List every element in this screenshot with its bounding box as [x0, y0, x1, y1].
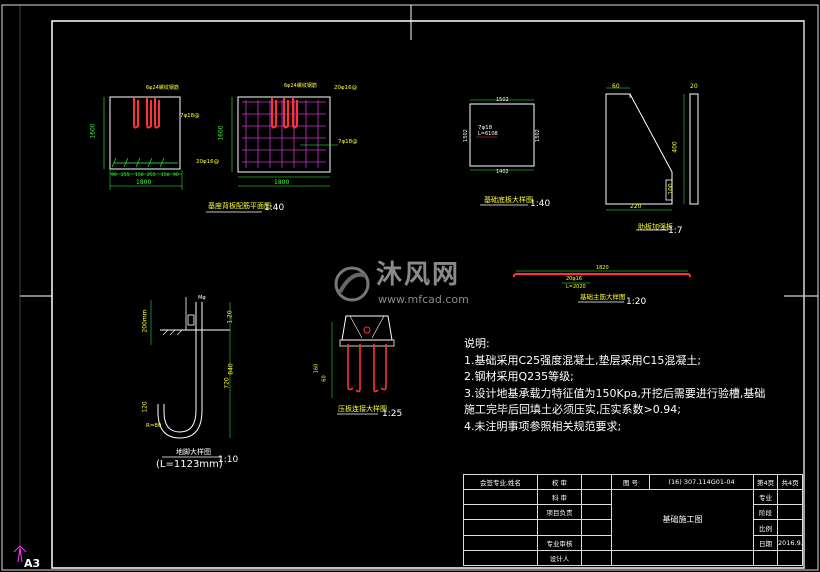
title-block: 会签专业,姓名 校 审 图 号 (16) 307.114G01-04 第4页 共…: [462, 473, 804, 567]
plan2-view: [231, 96, 338, 187]
anchor-title: 地脚大样图: [176, 448, 211, 456]
plate-title: 压板连接大样图: [338, 405, 387, 413]
plan1-dim-part-1: 90: [111, 173, 117, 178]
plan1-scale: 1:40: [264, 203, 285, 213]
base-dim-right: 1502: [534, 129, 541, 142]
plan2-rebar-top2: 20φ16@: [334, 85, 358, 91]
design-notes: 说明: 1.基础采用C25强度混凝土,垫层采用C15混凝土; 2.钢材采用Q23…: [464, 336, 765, 435]
plan2-rebar-top: 6φ24螺纹钢筋: [284, 83, 317, 89]
plate-scale: 1:25: [382, 409, 403, 419]
base-dim-left: 1502: [462, 129, 469, 142]
tb-date-label: 日期: [753, 534, 779, 551]
tb-designer: 设计人: [537, 549, 583, 567]
plan1-title: 基座背板配筋平面图: [208, 202, 271, 210]
bracket-dim-height: 400: [671, 141, 679, 153]
rebar-length: L=2020: [566, 284, 586, 290]
note-item: 4.未注明事项参照相关规范要求;: [464, 419, 622, 433]
anchor-bolt-view: [150, 297, 231, 458]
base-dim-bottom: 1402: [496, 169, 509, 175]
tb-meeting: 会签专业,姓名: [462, 473, 539, 491]
plan1-dim-bottom: 1800: [136, 179, 152, 186]
plan1-rebar-right: 7φ18@: [180, 113, 200, 119]
plan1-dim-side: 1600: [89, 123, 97, 139]
note-item: 1.基础采用C25强度混凝土,垫层采用C15混凝土;: [464, 353, 702, 367]
bracket-dim-top: 60: [612, 83, 620, 90]
tb-review: 校 审: [537, 473, 583, 491]
tb-major-review: 专业审核: [537, 534, 583, 551]
base-rebar-length: L=6108: [478, 131, 498, 137]
rebar-label: 20φ16: [566, 276, 583, 282]
plan1-rebar-bottom: 20φ16@: [196, 159, 220, 165]
tb-drawing-no-label: 图 号: [611, 473, 651, 491]
base-detail-view: [469, 99, 535, 206]
anchor-label-radius: R=80: [146, 423, 162, 429]
anchor-dim-mid: 720: [223, 377, 231, 389]
plan2-rebar-right: 7φ18@: [338, 139, 358, 145]
watermark-logo: 沐风网 www.mfcad.com: [330, 262, 490, 308]
anchor-dim-total: 840: [227, 363, 235, 375]
note-item: 2.钢材采用Q235等级;: [464, 370, 574, 383]
tb-ratio: 比例: [753, 519, 779, 536]
plan2-dim-bottom: 1800: [274, 179, 290, 186]
anchor-length: (L=1123mm): [156, 459, 223, 470]
bracket-dim-lower: 100: [667, 183, 675, 195]
plan1-dim-part-6: 90: [173, 173, 179, 178]
plan1-dim-part-4: 255: [147, 173, 156, 178]
bracket-view: [605, 87, 699, 231]
tb-sheet-no: 第4页: [753, 473, 779, 491]
tb-drawing-no: (16) 307.114G01-04: [649, 473, 755, 491]
bracket-dim-bottom: 220: [630, 203, 642, 210]
pressure-plate-view: [331, 315, 395, 415]
tb-audit: 科 审: [537, 489, 583, 506]
tb-major: 专业: [753, 489, 779, 506]
note-item: 施工完毕后回填土必须压实,压实系数>0.94;: [464, 403, 681, 416]
logo-url: www.mfcad.com: [378, 293, 469, 306]
base-scale: 1:40: [530, 199, 551, 209]
plate-dim-b: 60: [321, 375, 328, 382]
base-title: 基础底板大样图: [484, 196, 533, 204]
sheet-size-label: A3: [24, 557, 41, 570]
anchor-dim-hook: 120: [141, 401, 149, 413]
anchor-label-top: Mφ: [198, 295, 206, 301]
anchor-label-side: 200mm: [141, 309, 149, 333]
tb-date: 2016.9.8: [777, 534, 804, 551]
plan1-dim-part-2: 255: [121, 173, 130, 178]
rebar-scale: 1:20: [626, 297, 647, 307]
anchor-dim-top: 1.20: [226, 310, 234, 324]
plate-dim-a: 160: [313, 363, 320, 374]
plan1-dim-part-5: 150: [161, 173, 170, 178]
tb-total: 共4页: [777, 473, 804, 491]
note-item: 3.设计地基承载力特征值为150Kpa,开挖后需要进行验槽,基础: [464, 386, 766, 400]
bracket-scale: 1:7: [668, 226, 683, 236]
plan2-dim-side: 1600: [217, 125, 225, 141]
tb-drawing-title: 基础施工图: [611, 489, 755, 551]
bracket-dim-right-top: 20: [690, 83, 698, 90]
rebar-title: 基础主筋大样图: [580, 293, 626, 301]
tb-project-lead: 项目负责: [537, 504, 583, 521]
notes-heading: 说明:: [464, 337, 490, 350]
logo-cn: 沐风网: [376, 260, 461, 290]
base-dim-top: 1502: [496, 97, 509, 103]
tb-stage: 阶段: [753, 504, 779, 521]
plan1-rebar-top: 6φ24螺纹钢筋: [146, 85, 179, 91]
rebar-dim-length: 1820: [596, 265, 609, 271]
plan1-dim-part-3: 150: [135, 173, 144, 178]
